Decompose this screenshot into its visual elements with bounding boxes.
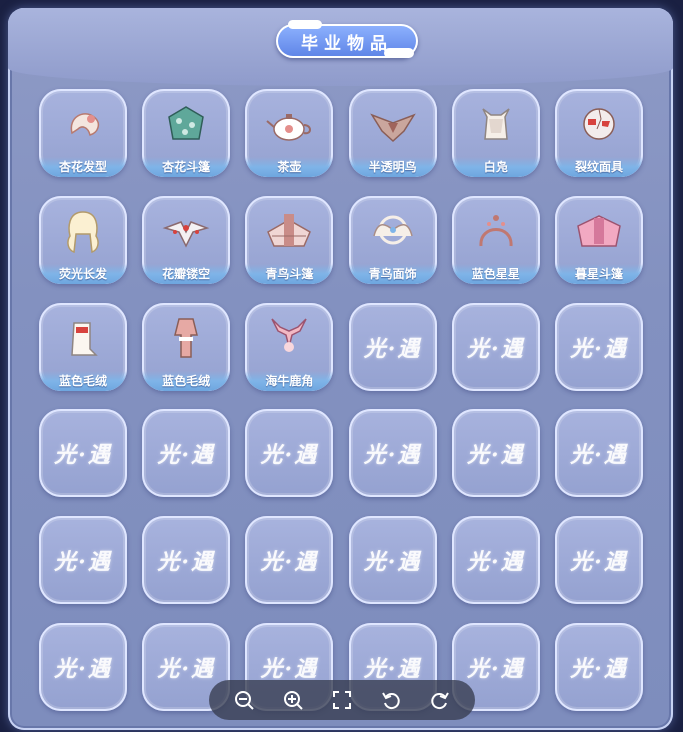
item-label: 暮星斗篷 <box>574 266 623 281</box>
item-tile[interactable]: 青鸟斗篷 <box>245 195 334 284</box>
bluebird-cape-icon <box>267 213 312 247</box>
sky-logo-watermark: 光·遇 <box>54 656 112 682</box>
item-tile[interactable]: 杏花斗篷 <box>142 89 231 177</box>
item-tile[interactable]: 花瓣镂空 <box>142 195 231 284</box>
sky-logo-watermark: 光·遇 <box>363 656 422 682</box>
sky-logo-watermark: 光·遇 <box>466 442 525 469</box>
empty-slot-tile[interactable]: 光·遇 <box>348 516 437 605</box>
sky-logo-watermark: 光·遇 <box>157 549 216 576</box>
item-label: 白凫 <box>483 160 508 174</box>
sky-logo-watermark: 光·遇 <box>260 549 319 576</box>
item-label: 荧光长发 <box>58 266 107 281</box>
sky-logo-watermark: 光·遇 <box>157 656 216 682</box>
fluffy-outfit-icon <box>174 317 199 358</box>
fluffy-boot-icon <box>71 321 98 356</box>
bird-mask-icon <box>369 113 416 143</box>
sky-logo-watermark: 光·遇 <box>570 335 628 362</box>
sky-logo-watermark: 光·遇 <box>363 335 422 362</box>
item-label: 青鸟斗篷 <box>265 266 314 281</box>
sky-logo-watermark: 光·遇 <box>570 549 628 576</box>
empty-slot-tile[interactable]: 光·遇 <box>555 623 643 711</box>
rotate-left-button[interactable] <box>377 686 405 714</box>
sky-logo-watermark: 光·遇 <box>466 549 525 576</box>
rotate-right-icon <box>431 692 450 710</box>
sky-logo-watermark: 光·遇 <box>54 549 112 576</box>
bluebird-face-icon <box>372 215 413 245</box>
item-tile[interactable]: 蓝色毛绒 <box>39 302 127 391</box>
hair-icon <box>70 113 100 136</box>
empty-slot-tile[interactable]: 光·遇 <box>348 302 437 391</box>
item-tile[interactable]: 裂纹面具 <box>555 89 643 177</box>
snow-decoration <box>384 48 414 58</box>
item-label: 蓝色星星 <box>471 266 520 281</box>
item-tile[interactable]: 蓝色星星 <box>451 195 540 284</box>
item-tile[interactable]: 荧光长发 <box>39 195 127 284</box>
item-label: 茶壶 <box>277 160 302 174</box>
empty-slot-tile[interactable]: 光·遇 <box>39 623 127 711</box>
item-label: 青鸟面饰 <box>368 266 417 281</box>
item-label: 海牛鹿角 <box>265 373 314 388</box>
fullscreen-icon <box>332 691 351 709</box>
item-tile[interactable]: 青鸟面饰 <box>348 195 437 284</box>
empty-slot-tile[interactable]: 光·遇 <box>245 516 334 605</box>
empty-slot-tile[interactable]: 光·遇 <box>39 516 127 605</box>
item-tile[interactable]: 海牛鹿角 <box>245 302 334 391</box>
cape-icon <box>168 106 205 140</box>
empty-slot-tile[interactable]: 光·遇 <box>555 516 643 605</box>
petal-ornament-icon <box>162 220 210 248</box>
item-tile[interactable]: 半透明鸟 <box>348 89 437 177</box>
empty-slot-tile[interactable]: 光·遇 <box>142 409 231 498</box>
empty-slot-tile[interactable]: 光·遇 <box>348 409 437 498</box>
panel-frame: 毕业物品 杏花发型 杏花斗篷 茶壶 半透明鸟 白凫 裂纹面具 荧光长发 花瓣镂空 青鸟斗篷 青鸟面… <box>8 8 673 730</box>
empty-slot-tile[interactable]: 光·遇 <box>142 516 231 605</box>
star-headband-icon <box>479 214 513 246</box>
empty-slot-tile[interactable]: 光·遇 <box>245 409 334 498</box>
white-hood-icon <box>482 108 510 140</box>
snow-decoration <box>288 20 322 29</box>
item-label: 杏花斗篷 <box>162 160 211 174</box>
sky-logo-watermark: 光·遇 <box>466 335 525 362</box>
cracked-mask-icon <box>583 108 615 140</box>
zoom-out-icon <box>234 691 254 710</box>
image-viewer-toolbar <box>209 680 475 720</box>
empty-slot-tile[interactable]: 光·遇 <box>451 302 540 391</box>
item-tile[interactable]: 茶壶 <box>245 89 334 177</box>
sky-logo-watermark: 光·遇 <box>570 442 628 469</box>
item-label: 蓝色毛绒 <box>162 373 211 388</box>
sky-logo-watermark: 光·遇 <box>466 656 525 682</box>
sky-logo-watermark: 光·遇 <box>260 442 319 469</box>
zoom-in-button[interactable] <box>279 686 307 714</box>
item-label: 杏花发型 <box>58 160 107 174</box>
fullscreen-button[interactable] <box>328 686 356 714</box>
dusk-cape-icon <box>577 214 621 247</box>
sky-logo-watermark: 光·遇 <box>363 549 422 576</box>
item-tile[interactable]: 暮星斗篷 <box>555 195 643 284</box>
sky-logo-watermark: 光·遇 <box>363 442 422 469</box>
item-label: 蓝色毛绒 <box>58 373 107 388</box>
empty-slot-tile[interactable]: 光·遇 <box>555 302 643 391</box>
item-label: 花瓣镂空 <box>162 266 211 281</box>
item-label: 裂纹面具 <box>574 160 623 174</box>
sky-logo-watermark: 光·遇 <box>570 656 628 682</box>
empty-slot-tile[interactable]: 光·遇 <box>451 409 540 498</box>
teapot-icon <box>266 114 312 141</box>
antler-icon <box>271 318 308 352</box>
empty-slot-tile[interactable]: 光·遇 <box>39 409 127 498</box>
long-hair-icon <box>67 211 99 253</box>
empty-slot-tile[interactable]: 光·遇 <box>555 409 643 498</box>
empty-slot-tile[interactable]: 光·遇 <box>451 516 540 605</box>
item-tile[interactable]: 杏花发型 <box>39 89 127 177</box>
rotate-right-button[interactable] <box>426 686 454 714</box>
sky-logo-watermark: 光·遇 <box>54 442 112 469</box>
rotate-left-icon <box>382 692 400 710</box>
sky-logo-watermark: 光·遇 <box>157 442 216 469</box>
item-label: 半透明鸟 <box>368 160 417 174</box>
item-tile[interactable]: 蓝色毛绒 <box>142 302 231 391</box>
zoom-in-icon <box>283 691 303 710</box>
zoom-out-button[interactable] <box>230 686 258 714</box>
item-tile[interactable]: 白凫 <box>451 89 540 177</box>
sky-logo-watermark: 光·遇 <box>260 656 319 682</box>
